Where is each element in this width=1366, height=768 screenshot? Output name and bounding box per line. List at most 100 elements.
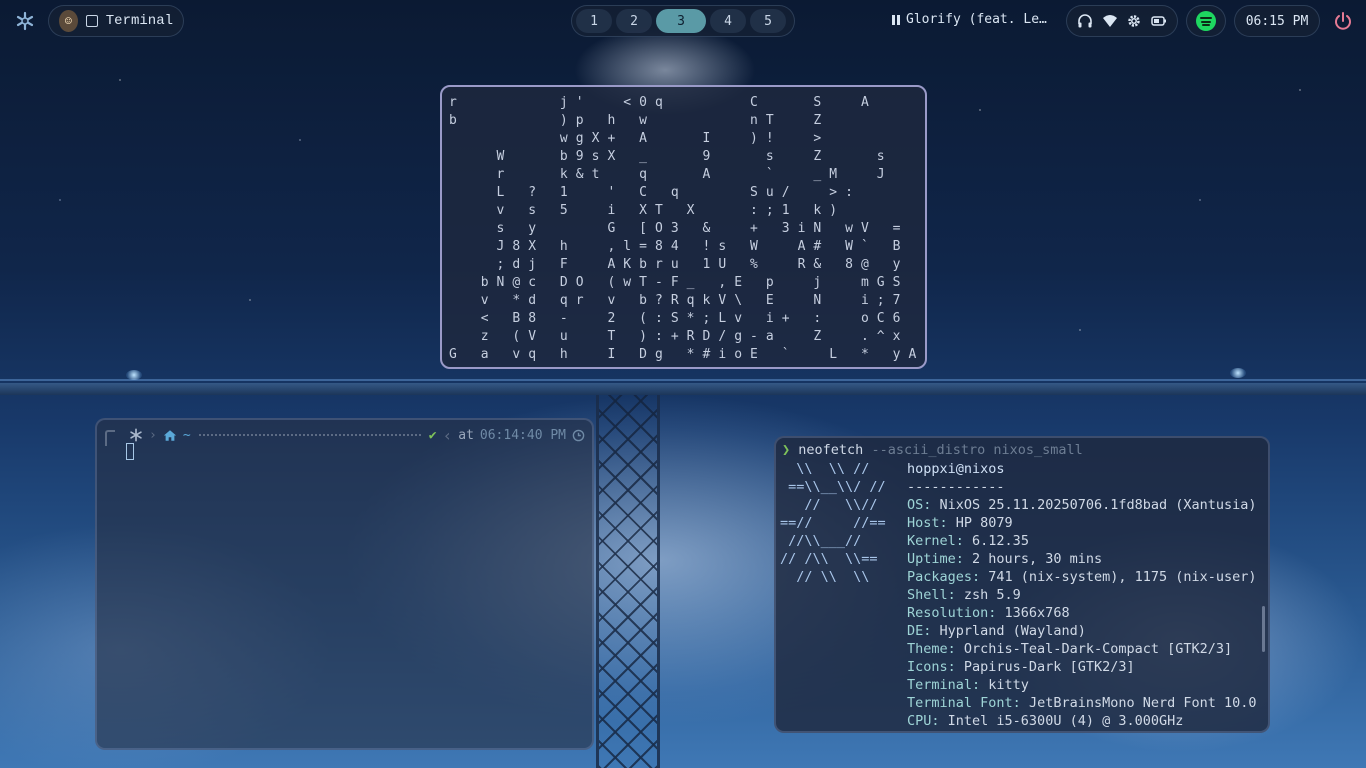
ascii-logo-line: // \\// xyxy=(780,497,878,513)
zsh-terminal-window[interactable]: › ~ ✔ ‹ at 06:14:40 PM xyxy=(95,418,594,750)
zsh-prompt: › ~ ✔ ‹ at 06:14:40 PM xyxy=(105,426,585,446)
prompt-time: 06:14:40 PM xyxy=(479,427,566,443)
matrix-row: w g X + A I )! > xyxy=(559,131,822,146)
info-value: kitty xyxy=(988,677,1029,693)
info-value: HP 8079 xyxy=(955,515,1013,531)
matrix-row: < B8 - 2 (: S *; Lv i + : oC6 xyxy=(480,311,901,326)
info-key: Uptime xyxy=(907,551,956,567)
wallpaper-lamp xyxy=(126,370,142,380)
prompt-corner xyxy=(105,430,115,446)
prompt-at-label: at xyxy=(458,427,474,443)
info-key: CPU xyxy=(907,713,932,729)
clock[interactable]: 06:15 PM xyxy=(1234,5,1320,37)
prompt-os-segment: › xyxy=(129,428,157,443)
launcher-button[interactable] xyxy=(10,5,40,37)
info-row: Kernel: 6.12.35 xyxy=(907,533,1029,549)
ascii-logo-line: // /\\ \\== xyxy=(780,551,878,567)
nixos-snowflake-icon xyxy=(16,11,34,31)
matrix-row: r j ' <0 q C S A xyxy=(449,95,869,110)
info-row: Terminal Font: JetBrainsMono Nerd Font 1… xyxy=(907,695,1257,711)
status-tray[interactable] xyxy=(1066,5,1178,37)
headphones-icon[interactable] xyxy=(1077,13,1093,29)
active-window-pill[interactable]: ☺ Terminal xyxy=(48,5,184,37)
info-key: Terminal xyxy=(907,677,973,693)
info-key: Host xyxy=(907,515,940,531)
prompt-path: ~ xyxy=(182,427,191,443)
workspace-button-2[interactable]: 2 xyxy=(616,9,652,33)
scrollbar[interactable] xyxy=(1262,606,1265,652)
wifi-icon[interactable] xyxy=(1102,13,1118,29)
info-value: NixOS 25.11.20250706.1fd8bad (Xantusia) xyxy=(939,497,1257,513)
success-check-icon: ✔ xyxy=(428,427,437,443)
workspace-button-4[interactable]: 4 xyxy=(710,9,746,33)
info-value: 6.12.35 xyxy=(972,533,1029,549)
info-row: Shell: zsh 5.9 xyxy=(907,587,1021,603)
matrix-row: v * d qr v b? Rq k V \ E N i; 7 xyxy=(480,293,901,308)
info-value: Orchis-Teal-Dark-Compact [GTK2/3] xyxy=(963,641,1233,657)
info-row: Packages: 741 (nix-system), 1175 (nix-us… xyxy=(907,569,1257,585)
info-value: Hyprland (Wayland) xyxy=(939,623,1086,639)
info-value: 741 (nix-system), 1175 (nix-user) xyxy=(988,569,1257,585)
command-name: neofetch xyxy=(798,442,864,458)
matrix-row: ; d j F AKbru 1U % R & 8 @ y xyxy=(496,257,901,272)
matrix-row: L ? 1 ' C q Su / >: xyxy=(496,185,853,200)
wallpaper-bridge xyxy=(0,383,1366,395)
prompt-status-segment: ✔ ‹ at 06:14:40 PM xyxy=(429,426,585,445)
media-title: Glorify (feat. Le… xyxy=(906,12,1047,27)
info-row: Host: HP 8079 xyxy=(907,515,1013,531)
neofetch-command-line: ❯ neofetch --ascii_distro nixos_small xyxy=(782,442,1083,458)
matrix-row: b N @ c DO (w T - F _ ,E p j mGS xyxy=(480,275,901,290)
prompt-arrow: ❯ xyxy=(782,442,791,458)
info-row: DE: Hyprland (Wayland) xyxy=(907,623,1086,639)
matrix-row: v s 5 i XT X :; 1 k) xyxy=(496,203,838,218)
info-value: Papirus-Dark [GTK2/3] xyxy=(963,659,1135,675)
workspace-button-5[interactable]: 5 xyxy=(750,9,786,33)
matrix-row: G a vq h I Dg *#ioE ` L * yA5 xyxy=(449,347,925,362)
workspace-button-3[interactable]: 3 xyxy=(656,9,706,33)
wallpaper-bridge-rail xyxy=(0,379,1366,381)
neofetch-user: hoppxi@nixos xyxy=(907,461,1005,477)
info-row: Icons: Papirus-Dark [GTK2/3] xyxy=(907,659,1135,675)
workspace-button-1[interactable]: 1 xyxy=(576,9,612,33)
matrix-row: W b9sX _ 9 s Z s xyxy=(496,149,885,164)
power-icon[interactable] xyxy=(1333,11,1353,31)
home-icon xyxy=(163,429,176,441)
active-window-title: Terminal xyxy=(105,13,173,29)
prompt-fill-dots xyxy=(198,434,421,436)
matrix-rain-output: r j ' <0 q C S A b ) p h w nT Z w g X + A I )!… xyxy=(445,94,925,364)
command-args: --ascii_distro nixos_small xyxy=(871,442,1083,458)
ascii-logo-line: // \\ \\ xyxy=(780,569,870,585)
ascii-logo-line: \\ \\ // xyxy=(780,461,870,477)
info-key: Icons xyxy=(907,659,948,675)
nixos-ascii-logo: \\ \\ // ==\\__\\/ // // \\// ==// //== /… xyxy=(780,460,886,586)
info-key: Shell xyxy=(907,587,948,603)
battery-icon[interactable] xyxy=(1151,13,1167,29)
info-key: Kernel xyxy=(907,533,956,549)
info-key: Terminal Font xyxy=(907,695,1013,711)
info-key: DE xyxy=(907,623,924,639)
matrix-row: z (V u T ): + R D / g - a Z . ^ x xyxy=(480,329,901,344)
info-row: Uptime: 2 hours, 30 mins xyxy=(907,551,1103,567)
media-player[interactable]: Glorify (feat. Le… xyxy=(892,12,1058,27)
pause-icon[interactable] xyxy=(892,14,900,25)
neofetch-terminal-window[interactable]: ❯ neofetch --ascii_distro nixos_small \\… xyxy=(774,436,1270,733)
nixos-snowflake-icon xyxy=(130,428,142,442)
info-row: Resolution: 1366x768 xyxy=(907,605,1070,621)
info-key: Theme xyxy=(907,641,948,657)
wallpaper-lamp xyxy=(1230,368,1246,378)
prompt-path-segment: ~ xyxy=(163,428,191,443)
info-row: Terminal: kitty xyxy=(907,677,1029,693)
matrix-row: b ) p h w nT Z xyxy=(449,113,822,128)
matrix-terminal-window[interactable]: r j ' <0 q C S A b ) p h w nT Z w g X + A I )!… xyxy=(440,85,927,369)
spotify-icon xyxy=(1196,11,1216,31)
terminal-cursor[interactable] xyxy=(126,443,134,460)
spotify-button[interactable] xyxy=(1186,5,1226,37)
user-avatar-icon: ☺ xyxy=(59,10,78,32)
info-value: Intel i5-6300U (4) @ 3.000GHz xyxy=(947,713,1184,729)
info-value: 2 hours, 30 mins xyxy=(972,551,1103,567)
info-key: Resolution xyxy=(907,605,989,621)
system-info-list: hoppxi@nixos ------------ OS: NixOS 25.11.… xyxy=(907,460,1257,730)
wallpaper-tower xyxy=(596,395,660,768)
settings-gear-icon[interactable] xyxy=(1126,13,1142,29)
ascii-logo-line: ==// //== xyxy=(780,515,886,531)
